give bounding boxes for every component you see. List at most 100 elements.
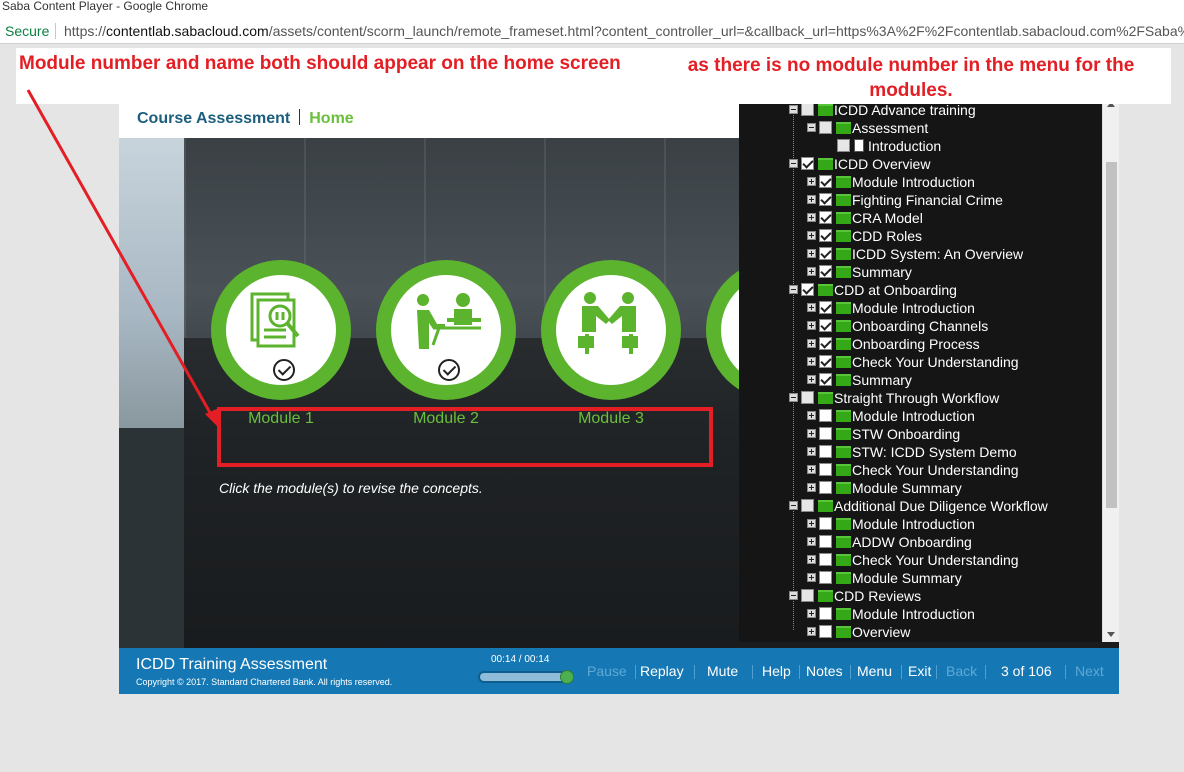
expand-plus-icon[interactable] bbox=[807, 195, 816, 204]
replay-button[interactable]: Replay bbox=[640, 663, 684, 679]
menu-item-row[interactable]: Onboarding Process bbox=[739, 335, 1102, 353]
completion-checkbox[interactable] bbox=[819, 625, 832, 638]
menu-item-row[interactable]: Module Introduction bbox=[739, 299, 1102, 317]
completion-checkbox[interactable] bbox=[819, 121, 832, 134]
course-menu-panel[interactable]: ICDD Advance training Assessment Introduct… bbox=[739, 100, 1102, 642]
menu-item-row[interactable]: Fighting Financial Crime bbox=[739, 191, 1102, 209]
completion-checkbox[interactable] bbox=[819, 319, 832, 332]
module-1-button[interactable] bbox=[211, 260, 351, 400]
completion-checkbox[interactable] bbox=[819, 265, 832, 278]
completion-checkbox[interactable] bbox=[819, 211, 832, 224]
completion-checkbox[interactable] bbox=[801, 391, 814, 404]
expand-plus-icon[interactable] bbox=[807, 303, 816, 312]
expand-plus-icon[interactable] bbox=[807, 249, 816, 258]
expand-plus-icon[interactable] bbox=[807, 375, 816, 384]
completion-checkbox[interactable] bbox=[819, 175, 832, 188]
menu-item-row[interactable]: CDD Roles bbox=[739, 227, 1102, 245]
menu-item-row[interactable]: Module Summary bbox=[739, 479, 1102, 497]
menu-item-row[interactable]: Check Your Understanding bbox=[739, 551, 1102, 569]
exit-button[interactable]: Exit bbox=[908, 663, 931, 679]
pause-button[interactable]: Pause bbox=[587, 663, 627, 679]
collapse-minus-icon[interactable] bbox=[807, 123, 816, 132]
expand-plus-icon[interactable] bbox=[807, 573, 816, 582]
expand-plus-icon[interactable] bbox=[807, 609, 816, 618]
completion-checkbox[interactable] bbox=[819, 445, 832, 458]
menu-item-row[interactable]: Module Introduction bbox=[739, 173, 1102, 191]
expand-plus-icon[interactable] bbox=[807, 519, 816, 528]
expand-plus-icon[interactable] bbox=[807, 447, 816, 456]
collapse-minus-icon[interactable] bbox=[789, 393, 798, 402]
menu-item-row[interactable]: Summary bbox=[739, 263, 1102, 281]
address-bar[interactable]: Secure https://contentlab.sabacloud.com/… bbox=[0, 18, 1184, 44]
menu-item-row[interactable]: Introduction bbox=[739, 137, 1102, 155]
url-text[interactable]: https://contentlab.sabacloud.com/assets/… bbox=[64, 19, 1184, 43]
expand-plus-icon[interactable] bbox=[807, 555, 816, 564]
collapse-minus-icon[interactable] bbox=[789, 105, 798, 114]
completion-checkbox[interactable] bbox=[819, 517, 832, 530]
completion-checkbox[interactable] bbox=[819, 481, 832, 494]
expand-plus-icon[interactable] bbox=[807, 213, 816, 222]
menu-scrollbar[interactable] bbox=[1102, 100, 1119, 642]
completion-checkbox[interactable] bbox=[801, 499, 814, 512]
menu-item-row[interactable]: Module Introduction bbox=[739, 515, 1102, 533]
menu-section-row[interactable]: ICDD Overview bbox=[739, 155, 1102, 173]
menu-item-row[interactable]: STW Onboarding bbox=[739, 425, 1102, 443]
completion-checkbox[interactable] bbox=[819, 535, 832, 548]
completion-checkbox[interactable] bbox=[819, 193, 832, 206]
menu-item-row[interactable]: Check Your Understanding bbox=[739, 353, 1102, 371]
collapse-minus-icon[interactable] bbox=[789, 285, 798, 294]
menu-item-row[interactable]: STW: ICDD System Demo bbox=[739, 443, 1102, 461]
playback-progress-knob[interactable] bbox=[560, 670, 574, 684]
expand-plus-icon[interactable] bbox=[807, 537, 816, 546]
collapse-minus-icon[interactable] bbox=[789, 501, 798, 510]
menu-item-row[interactable]: ADDW Onboarding bbox=[739, 533, 1102, 551]
expand-plus-icon[interactable] bbox=[807, 357, 816, 366]
completion-checkbox[interactable] bbox=[819, 571, 832, 584]
completion-checkbox[interactable] bbox=[819, 463, 832, 476]
expand-plus-icon[interactable] bbox=[807, 483, 816, 492]
playback-progress-bar[interactable] bbox=[478, 670, 574, 684]
completion-checkbox[interactable] bbox=[801, 157, 814, 170]
menu-item-row[interactable]: Overview bbox=[739, 623, 1102, 641]
completion-checkbox[interactable] bbox=[801, 283, 814, 296]
breadcrumb-home[interactable]: Home bbox=[309, 110, 353, 127]
menu-section-row[interactable]: CDD at Onboarding bbox=[739, 281, 1102, 299]
mute-button[interactable]: Mute bbox=[707, 663, 738, 679]
menu-section-row[interactable]: Straight Through Workflow bbox=[739, 389, 1102, 407]
expand-plus-icon[interactable] bbox=[807, 339, 816, 348]
menu-scroll-thumb[interactable] bbox=[1106, 162, 1117, 508]
module-2-button[interactable] bbox=[376, 260, 516, 400]
completion-checkbox[interactable] bbox=[819, 229, 832, 242]
completion-checkbox[interactable] bbox=[819, 301, 832, 314]
menu-item-row[interactable]: Check Your Understanding bbox=[739, 461, 1102, 479]
menu-item-row[interactable]: Summary bbox=[739, 371, 1102, 389]
menu-item-row[interactable]: Onboarding Channels bbox=[739, 317, 1102, 335]
completion-checkbox[interactable] bbox=[819, 247, 832, 260]
completion-checkbox[interactable] bbox=[801, 103, 814, 116]
completion-checkbox[interactable] bbox=[819, 373, 832, 386]
completion-checkbox[interactable] bbox=[837, 139, 850, 152]
menu-item-row[interactable]: Assessment bbox=[739, 119, 1102, 137]
expand-plus-icon[interactable] bbox=[807, 231, 816, 240]
collapse-minus-icon[interactable] bbox=[789, 591, 798, 600]
expand-plus-icon[interactable] bbox=[807, 177, 816, 186]
menu-item-row[interactable]: ICDD System: An Overview bbox=[739, 245, 1102, 263]
completion-checkbox[interactable] bbox=[819, 607, 832, 620]
completion-checkbox[interactable] bbox=[819, 427, 832, 440]
menu-section-row[interactable]: CDD Reviews bbox=[739, 587, 1102, 605]
expand-plus-icon[interactable] bbox=[807, 321, 816, 330]
expand-plus-icon[interactable] bbox=[807, 429, 816, 438]
notes-button[interactable]: Notes bbox=[806, 663, 843, 679]
menu-section-row[interactable]: Additional Due Diligence Workflow bbox=[739, 497, 1102, 515]
menu-item-row[interactable]: Module Introduction bbox=[739, 407, 1102, 425]
scroll-down-arrow-icon[interactable] bbox=[1107, 632, 1115, 637]
menu-item-row[interactable]: Module Introduction bbox=[739, 605, 1102, 623]
completion-checkbox[interactable] bbox=[819, 409, 832, 422]
module-3-button[interactable] bbox=[541, 260, 681, 400]
expand-plus-icon[interactable] bbox=[807, 627, 816, 636]
completion-checkbox[interactable] bbox=[801, 589, 814, 602]
next-button[interactable]: Next bbox=[1075, 663, 1104, 679]
menu-item-row[interactable]: Module Summary bbox=[739, 569, 1102, 587]
menu-button[interactable]: Menu bbox=[857, 663, 892, 679]
completion-checkbox[interactable] bbox=[819, 553, 832, 566]
